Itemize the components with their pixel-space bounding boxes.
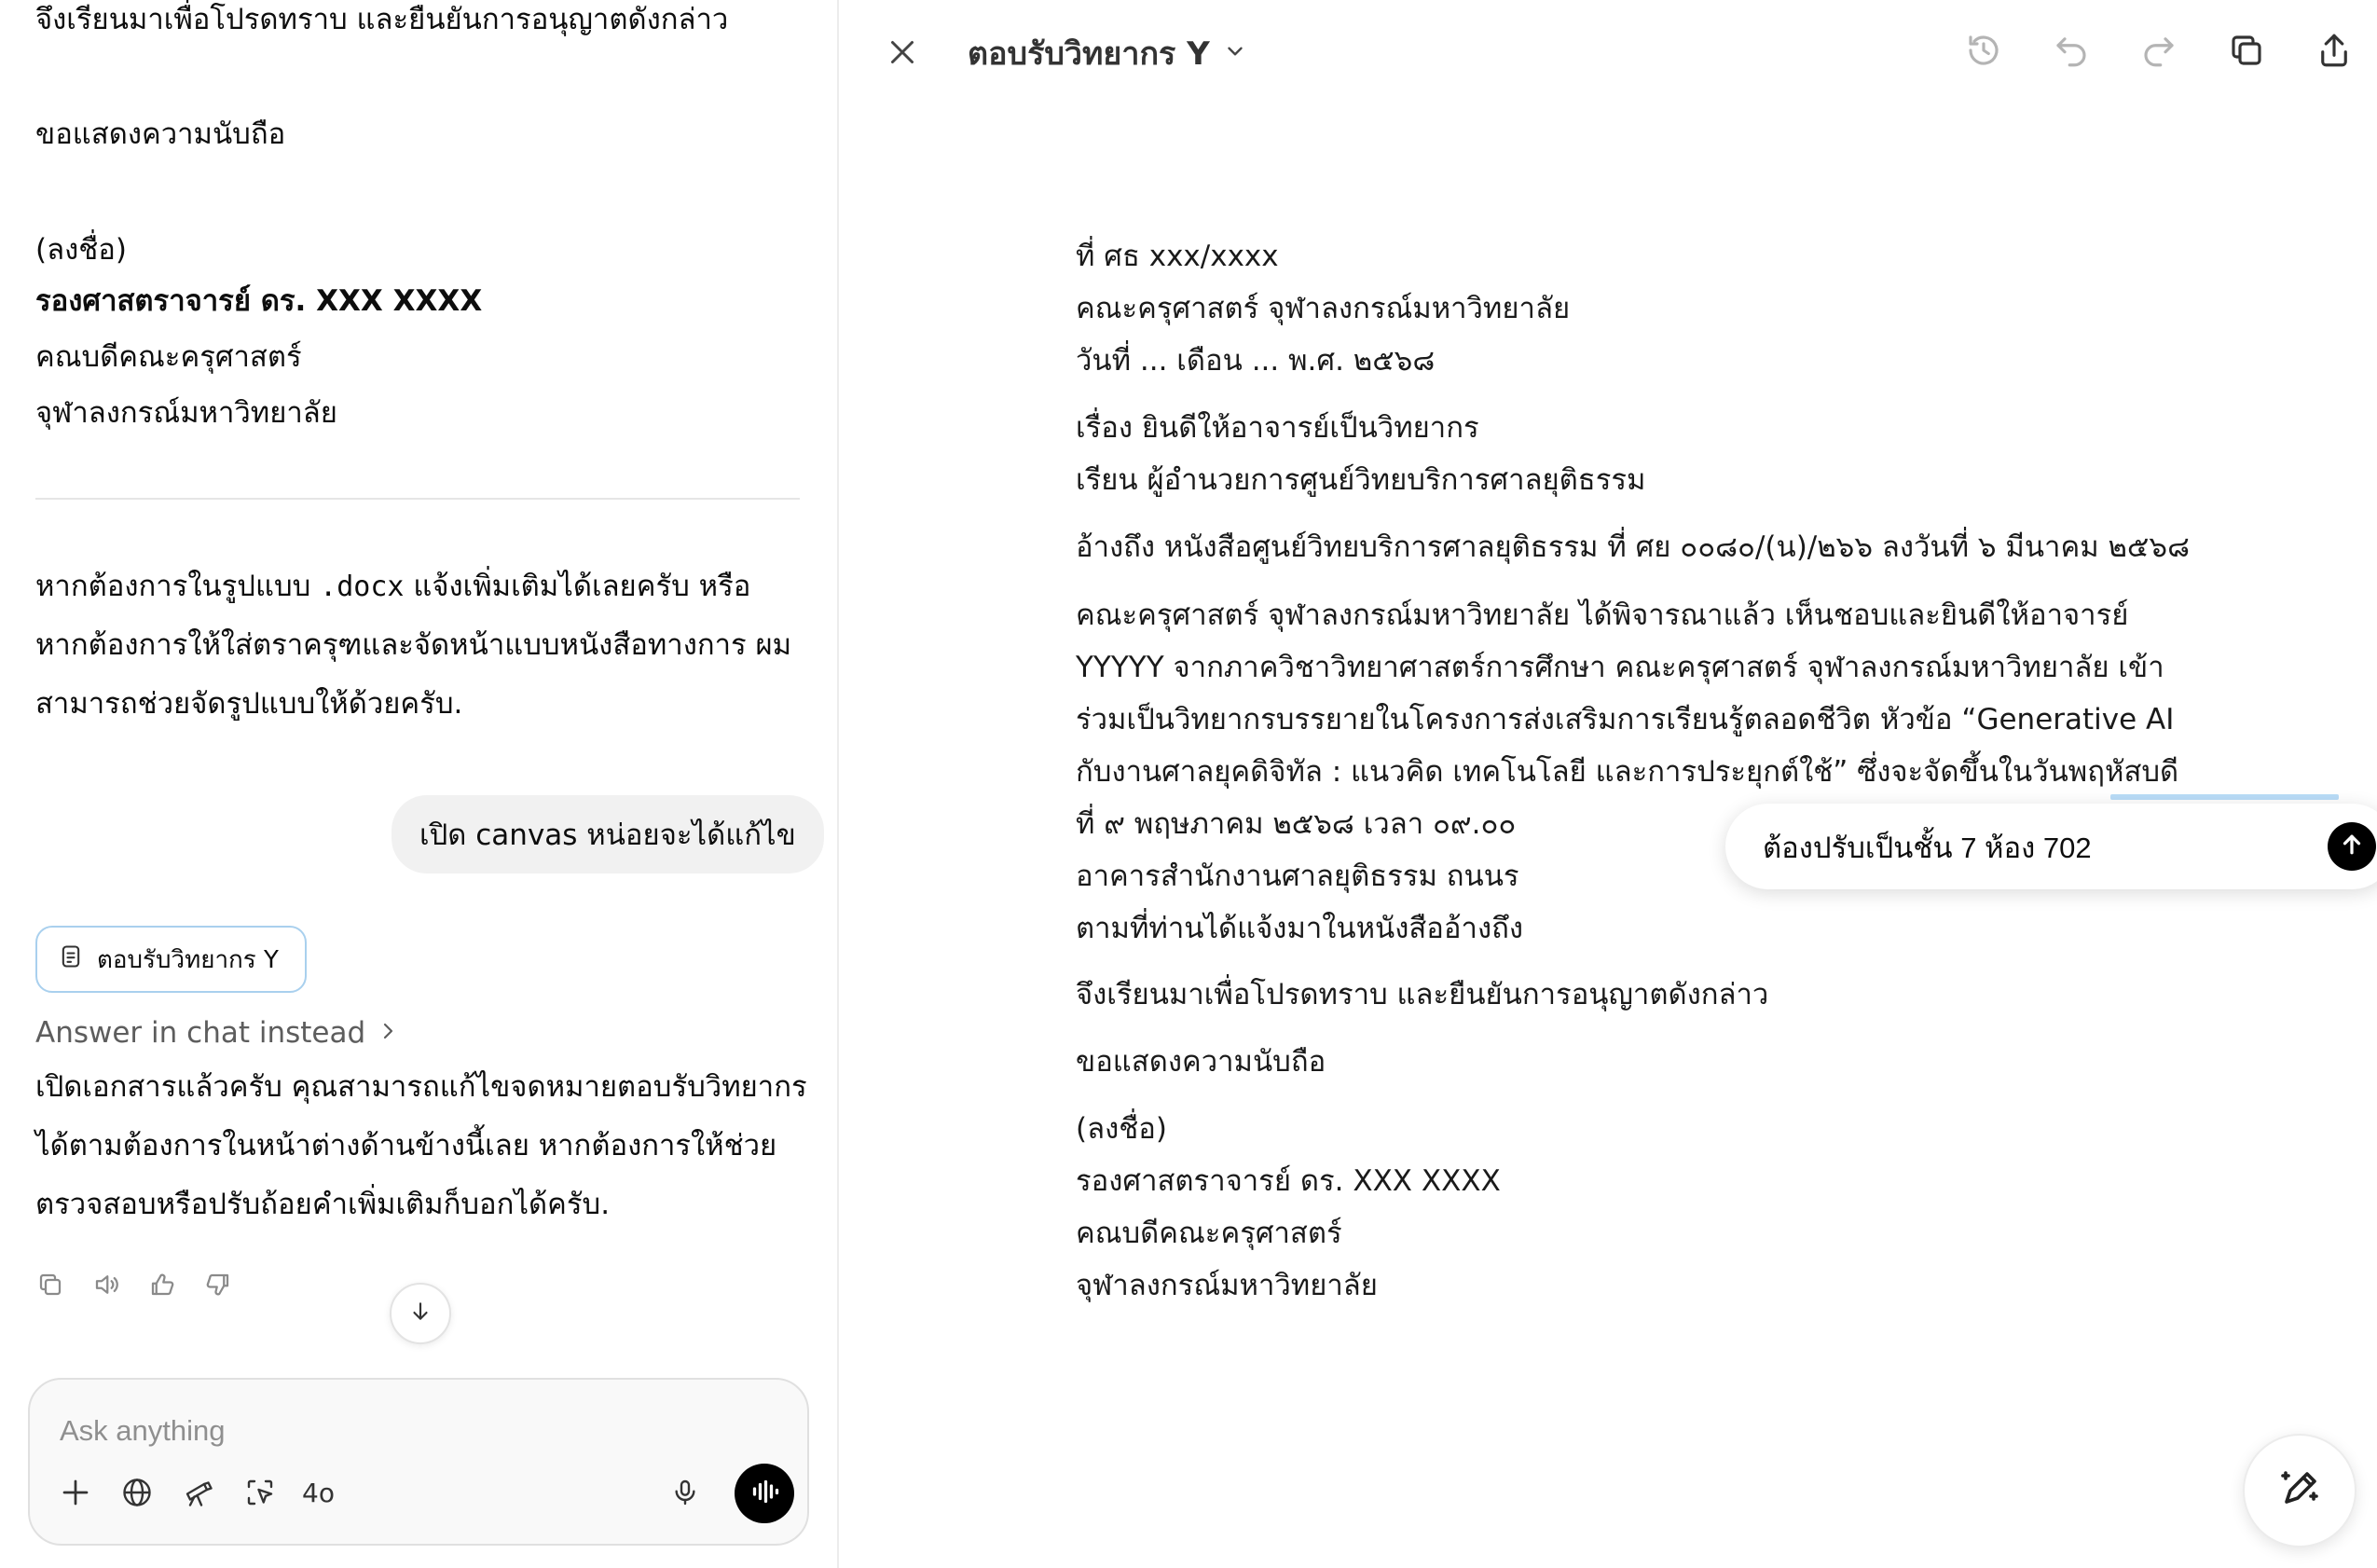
doc-org: คณะครุศาสตร์ จุฬาลงกรณ์มหาวิทยาลัย <box>1076 292 1571 325</box>
message-divider <box>35 498 800 500</box>
history-icon[interactable] <box>1961 28 2006 73</box>
assistant-message-1-line2: หากต้องการให้ใส่ตราครุฑและจัดหน้าแบบหนัง… <box>35 628 792 662</box>
doc-closing: จึงเรียนมาเพื่อโปรดทราบ และยืนยันการอนุญ… <box>1076 978 1769 1011</box>
microphone-icon[interactable] <box>666 1473 705 1512</box>
doc-date: วันที่ ... เดือน ... พ.ศ. ๒๕๖๘ <box>1076 344 1436 378</box>
prev-letter-signature-label: (ลงชื่อ) <box>35 233 127 267</box>
chevron-right-icon <box>377 1016 399 1050</box>
text-segment: หากต้องการในรูปแบบ <box>35 570 321 603</box>
thumbs-up-icon[interactable] <box>145 1268 179 1301</box>
assistant-message-2-line3: ตรวจสอบหรือปรับถ้อยคำเพิ่มเติมก็บอกได้คร… <box>35 1188 611 1221</box>
prev-letter-signer-name: รองศาสตราจารย์ ดร. XXX XXXX <box>35 284 483 318</box>
assistant-message-1-line3: สามารถช่วยจัดรูปแบบให้ด้วยครับ. <box>35 687 463 721</box>
voice-waveform-icon <box>748 1475 781 1512</box>
doc-body-line: ร่วมเป็นวิทยากรบรรยายในโครงการส่งเสริมกา… <box>1076 703 2175 736</box>
user-message-text: เปิด canvas หน่อยจะได้แก้ไข <box>419 818 796 852</box>
inline-code: .docx <box>320 571 405 603</box>
copy-icon[interactable] <box>2224 28 2269 73</box>
canvas-document-chip-label: ตอบรับวิทยากร Y <box>97 945 279 974</box>
undo-icon[interactable] <box>2049 28 2094 73</box>
prev-letter-signer-title: คณบดีคณะครุศาสตร์ <box>35 340 302 374</box>
share-icon[interactable] <box>2312 28 2356 73</box>
assistant-message-2: เปิดเอกสารแล้วครับ คุณสามารถแก้ไขจดหมายต… <box>35 1058 809 1234</box>
doc-signer-title: คณบดีคณะครุศาสตร์ <box>1076 1217 1342 1250</box>
doc-signer-name: รองศาสตราจารย์ ดร. XXX XXXX <box>1076 1164 1501 1198</box>
answer-in-chat-link[interactable]: Answer in chat instead <box>35 1016 399 1050</box>
text-selection-highlight <box>2110 794 2339 800</box>
chat-input[interactable] <box>58 1408 770 1454</box>
scroll-to-bottom-button[interactable] <box>390 1283 451 1344</box>
canvas-title-dropdown[interactable]: ตอบรับวิทยากร Y <box>968 28 1247 78</box>
inline-edit-send-button[interactable] <box>2328 822 2376 871</box>
doc-subject: เรื่อง ยินดีให้อาจารย์เป็นวิทยากร <box>1076 411 1479 445</box>
select-area-icon[interactable] <box>240 1473 280 1512</box>
doc-regards: ขอแสดงความนับถือ <box>1076 1045 1326 1079</box>
assistant-message-2-line2: ได้ตามต้องการในหน้าต่างด้านข้างนี้เลย หา… <box>35 1129 777 1162</box>
inline-edit-popover <box>1725 804 2377 889</box>
close-icon[interactable] <box>880 30 925 75</box>
text-segment: แจ้งเพิ่มเติมได้เลยครับ หรือ <box>404 570 751 603</box>
assistant-message-1: หากต้องการในรูปแบบ .docx แจ้งเพิ่มเติมได… <box>35 557 809 734</box>
suggest-edits-button[interactable] <box>2243 1434 2356 1547</box>
prev-letter-signer-org: จุฬาลงกรณ์มหาวิทยาลัย <box>35 396 337 430</box>
canvas-panel: ตอบรับวิทยากร Y ที่ ศธ xxx/xxxx คณะครุศา… <box>839 0 2377 1568</box>
doc-signer-org: จุฬาลงกรณ์มหาวิทยาลัย <box>1076 1269 1378 1302</box>
arrow-up-icon <box>2338 831 2366 862</box>
chevron-down-icon <box>1223 34 1247 72</box>
canvas-header: ตอบรับวิทยากร Y <box>839 0 2377 103</box>
doc-ref-no: ที่ ศธ xxx/xxxx <box>1076 240 1279 273</box>
canvas-title: ตอบรับวิทยากร Y <box>968 35 1210 73</box>
doc-signature-label: (ลงชื่อ) <box>1076 1112 1167 1146</box>
globe-icon[interactable] <box>117 1473 157 1512</box>
doc-to: เรียน ผู้อำนวยการศูนย์วิทยบริการศาลยุติธ… <box>1076 463 1646 497</box>
user-message-bubble: เปิด canvas หน่อยจะได้แก้ไข <box>392 795 824 873</box>
prev-letter-regards: ขอแสดงความนับถือ <box>35 117 286 151</box>
doc-reference: อ้างถึง หนังสือศูนย์วิทยบริการศาลยุติธรร… <box>1076 530 2190 564</box>
model-label: 4o <box>302 1477 335 1508</box>
chat-composer: 4o <box>28 1378 809 1546</box>
plus-icon[interactable] <box>56 1473 95 1512</box>
prev-letter-closing: จึงเรียนมาเพื่อโปรดทราบ และยืนยันการอนุญ… <box>35 3 729 36</box>
answer-in-chat-label: Answer in chat instead <box>35 1016 366 1050</box>
assistant-message-1-line1: หากต้องการในรูปแบบ .docx แจ้งเพิ่มเติมได… <box>35 557 809 616</box>
thumbs-down-icon[interactable] <box>201 1268 235 1301</box>
assistant-message-2-line1: เปิดเอกสารแล้วครับ คุณสามารถแก้ไขจดหมายต… <box>35 1070 807 1104</box>
doc-body-paragraph: คณะครุศาสตร์ จุฬาลงกรณ์มหาวิทยาลัย ได้พิ… <box>1076 589 2241 955</box>
redo-icon[interactable] <box>2137 28 2181 73</box>
composer-tools: 4o <box>56 1473 335 1512</box>
document-icon <box>58 943 84 976</box>
app-root: จึงเรียนมาเพื่อโปรดทราบ และยืนยันการอนุญ… <box>0 0 2377 1568</box>
doc-body-line: ตามที่ท่านได้แจ้งมาในหนังสืออ้างถึง <box>1076 912 1523 945</box>
doc-body-line: YYYYY จากภาควิชาวิทยาศาสตร์การศึกษา คณะค… <box>1076 651 2164 684</box>
canvas-document-chip[interactable]: ตอบรับวิทยากร Y <box>35 926 307 993</box>
arrow-down-icon <box>408 1300 433 1327</box>
doc-body-line: คณะครุศาสตร์ จุฬาลงกรณ์มหาวิทยาลัย ได้พิ… <box>1076 598 2129 632</box>
canvas-header-actions <box>1961 28 2356 73</box>
chat-panel: จึงเรียนมาเพื่อโปรดทราบ และยืนยันการอนุญ… <box>0 0 839 1568</box>
message-actions <box>34 1268 235 1301</box>
telescope-icon[interactable] <box>179 1473 218 1512</box>
voice-mode-button[interactable] <box>735 1464 794 1523</box>
read-aloud-icon[interactable] <box>89 1268 123 1301</box>
pencil-sparkle-icon <box>2277 1466 2322 1515</box>
copy-icon[interactable] <box>34 1268 67 1301</box>
inline-edit-input[interactable] <box>1761 822 2324 873</box>
model-selector[interactable]: 4o <box>302 1473 335 1512</box>
doc-body-line: กับงานศาลยุคดิจิทัล : แนวคิด เทคโนโลยี แ… <box>1076 755 2179 789</box>
